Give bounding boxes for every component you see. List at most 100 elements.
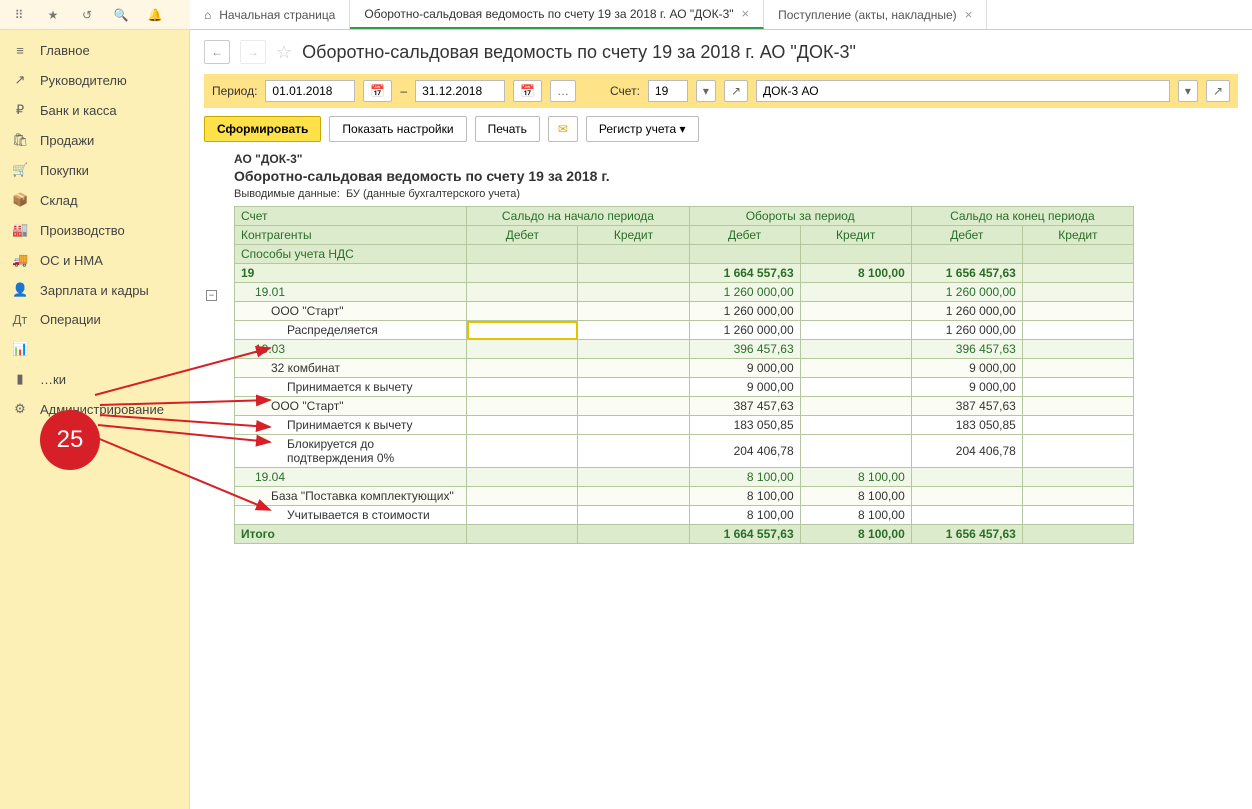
col-account: Счет [235,207,467,226]
star-icon[interactable]: ★ [44,6,62,24]
tab[interactable]: Поступление (акты, накладные) × [764,0,987,29]
sidebar-item[interactable]: ↗ Руководителю [0,65,189,95]
sidebar-icon: ↗ [12,72,28,88]
sidebar-label: Операции [40,312,101,327]
sidebar-icon: ▮ [12,371,28,387]
table-row[interactable]: 19.03396 457,63396 457,63 [235,340,1134,359]
sidebar-item[interactable]: ▮…ки [0,364,189,394]
tab[interactable]: Оборотно-сальдовая ведомость по счету 19… [350,0,764,29]
report-table: Счет Сальдо на начало периода Обороты за… [234,206,1134,544]
sidebar-item[interactable]: 👤 Зарплата и кадры [0,275,189,305]
table-row[interactable]: Принимается к вычету9 000,009 000,00 [235,378,1134,397]
table-row[interactable]: ООО "Старт"1 260 000,001 260 000,00 [235,302,1134,321]
close-icon[interactable]: × [742,6,750,21]
col-group-turn: Обороты за период [689,207,911,226]
step-badge: 25 [40,410,100,470]
report-title: Оборотно-сальдовая ведомость по счету 19… [234,168,1238,184]
col-group-end: Сальдо на конец периода [911,207,1133,226]
sidebar-label: Склад [40,193,78,208]
email-button[interactable]: ✉ [548,116,578,142]
table-row[interactable]: 19.011 260 000,001 260 000,00 [235,283,1134,302]
sidebar-icon: 🚚 [12,252,28,268]
table-row[interactable]: ООО "Старт"387 457,63387 457,63 [235,397,1134,416]
date-from-input[interactable] [265,80,355,102]
sidebar-item[interactable]: 📊 [0,334,189,364]
register-button[interactable]: Регистр учета ▾ [586,116,699,142]
sidebar-label: Производство [40,223,125,238]
sidebar-icon: 📊 [12,341,28,357]
page-title: Оборотно-сальдовая ведомость по счету 19… [302,42,856,63]
sidebar-icon: 🛒 [12,162,28,178]
print-button[interactable]: Печать [475,116,540,142]
sidebar-label: Покупки [40,163,89,178]
sidebar-icon: 🛍 [12,132,28,148]
show-settings-button[interactable]: Показать настройки [329,116,466,142]
forward-button[interactable]: → [240,40,266,64]
sidebar-item[interactable]: ≡ Главное [0,36,189,65]
search-icon[interactable]: 🔍 [112,6,130,24]
sidebar-item[interactable]: 🏭 Производство [0,215,189,245]
sidebar-label: Банк и касса [40,103,117,118]
table-row[interactable]: Принимается к вычету183 050,85183 050,85 [235,416,1134,435]
back-button[interactable]: ← [204,40,230,64]
tab[interactable]: ⌂ Начальная страница [190,0,350,29]
table-row[interactable]: База "Поставка комплектующих"8 100,008 1… [235,487,1134,506]
table-row[interactable]: 191 664 557,638 100,001 656 457,63 [235,264,1134,283]
sidebar-icon: 📦 [12,192,28,208]
account-dropdown-icon[interactable]: ▾ [696,80,716,102]
account-open-icon[interactable]: ↗ [724,80,748,102]
calendar-to-icon[interactable]: 📅 [513,80,542,102]
col-vat-method: Способы учета НДС [235,245,467,264]
table-total-row: Итого1 664 557,638 100,001 656 457,63 [235,525,1134,544]
sidebar-icon: ₽ [12,102,28,118]
tree-toggle[interactable]: − [206,290,217,301]
sidebar-icon: ≡ [12,43,28,58]
dash: – [400,84,407,98]
period-label: Период: [212,84,257,98]
history-icon[interactable]: ↺ [78,6,96,24]
home-icon: ⌂ [204,8,211,22]
sidebar-icon: Дт [12,312,28,327]
sidebar-item[interactable]: ₽ Банк и касса [0,95,189,125]
calendar-from-icon[interactable]: 📅 [363,80,392,102]
favorite-icon[interactable]: ☆ [276,42,292,63]
bell-icon[interactable]: 🔔 [146,6,164,24]
account-label: Счет: [610,84,640,98]
sidebar-icon: 🏭 [12,222,28,238]
account-input[interactable] [648,80,688,102]
org-input[interactable] [756,80,1170,102]
apps-icon[interactable]: ⠿ [10,6,28,24]
form-button[interactable]: Сформировать [204,116,321,142]
col-contragents: Контрагенты [235,226,467,245]
sidebar-item[interactable]: Дт Операции [0,305,189,334]
sidebar-icon: ⚙ [12,401,28,417]
col-group-start: Сальдо на начало периода [467,207,689,226]
table-row[interactable]: Распределяется1 260 000,001 260 000,00 [235,321,1134,340]
table-row[interactable]: Учитывается в стоимости8 100,008 100,00 [235,506,1134,525]
tab-label: Поступление (акты, накладные) [778,8,957,22]
sidebar-label: Зарплата и кадры [40,283,149,298]
sidebar-label: Главное [40,43,90,58]
org-open-icon[interactable]: ↗ [1206,80,1230,102]
report-note: Выводимые данные: БУ (данные бухгалтерск… [234,188,1238,200]
tab-label: Оборотно-сальдовая ведомость по счету 19… [364,7,733,21]
org-dropdown-icon[interactable]: ▾ [1178,80,1198,102]
sidebar-item[interactable]: 🛒 Покупки [0,155,189,185]
sidebar-label: Продажи [40,133,94,148]
table-row[interactable]: 19.048 100,008 100,00 [235,468,1134,487]
sidebar-item[interactable]: 📦 Склад [0,185,189,215]
tab-label: Начальная страница [219,8,335,22]
table-row[interactable]: Блокируется до подтверждения 0%204 406,7… [235,435,1134,468]
table-row[interactable]: 32 комбинат9 000,009 000,00 [235,359,1134,378]
sidebar-label: Руководителю [40,73,127,88]
sidebar-item[interactable]: 🛍 Продажи [0,125,189,155]
date-to-input[interactable] [415,80,505,102]
sidebar-icon: 👤 [12,282,28,298]
sidebar-item[interactable]: 🚚 ОС и НМА [0,245,189,275]
close-icon[interactable]: × [965,7,973,22]
report-org: АО "ДОК-3" [234,152,1238,166]
period-picker-button[interactable]: … [550,80,576,102]
sidebar-label: ОС и НМА [40,253,103,268]
sidebar-item[interactable]: ⚙Администрирование [0,394,189,424]
filter-bar: Период: 📅 – 📅 … Счет: ▾ ↗ ▾ ↗ [204,74,1238,108]
